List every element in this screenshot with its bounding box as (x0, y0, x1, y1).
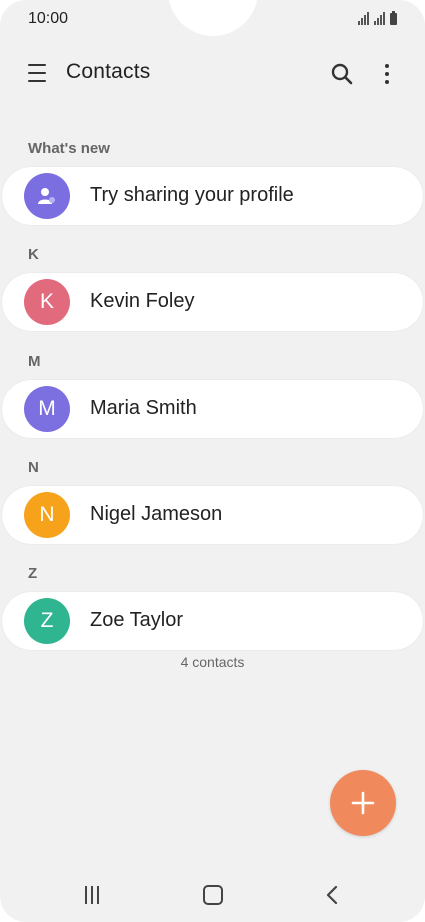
section-label-k: K (28, 246, 39, 263)
status-bar: 10:00 (0, 0, 425, 40)
app-bar: Contacts (0, 48, 425, 100)
avatar: M (24, 386, 70, 432)
add-icon (351, 791, 375, 815)
home-icon[interactable] (203, 885, 223, 905)
contact-name: Zoe Taylor (90, 609, 184, 631)
section-label-m: M (28, 353, 41, 370)
more-vert-icon[interactable] (380, 62, 394, 86)
status-icons (358, 11, 397, 25)
add-contact-button[interactable] (330, 770, 396, 836)
section-label-z: Z (28, 565, 38, 582)
profile-share-icon (24, 173, 70, 219)
contact-row[interactable]: N Nigel Jameson (2, 486, 423, 544)
contact-name: Nigel Jameson (90, 503, 223, 525)
recents-icon[interactable] (85, 886, 103, 904)
contact-row[interactable]: K Kevin Foley (2, 273, 423, 331)
status-time: 10:00 (28, 10, 69, 27)
menu-icon[interactable] (28, 64, 46, 82)
avatar: K (24, 279, 70, 325)
contact-row[interactable]: M Maria Smith (2, 380, 423, 438)
back-icon[interactable] (322, 884, 342, 906)
signal-icon (374, 12, 385, 25)
navigation-bar (0, 868, 425, 922)
section-label-n: N (28, 459, 39, 476)
battery-icon (390, 11, 397, 25)
avatar: Z (24, 598, 70, 644)
section-label-whats-new: What's new (28, 140, 110, 157)
contact-name: Kevin Foley (90, 290, 195, 312)
search-icon[interactable] (330, 62, 354, 86)
phone-screen: 10:00 Contacts What's new Try sharing yo… (0, 0, 425, 922)
page-title: Contacts (66, 60, 151, 83)
signal-icon (358, 12, 369, 25)
avatar: N (24, 492, 70, 538)
contact-name: Maria Smith (90, 397, 197, 419)
list-item-label: Try sharing your profile (90, 184, 294, 206)
contacts-count: 4 contacts (180, 654, 245, 670)
list-item-share-profile[interactable]: Try sharing your profile (2, 167, 423, 225)
contact-row[interactable]: Z Zoe Taylor (2, 592, 423, 650)
